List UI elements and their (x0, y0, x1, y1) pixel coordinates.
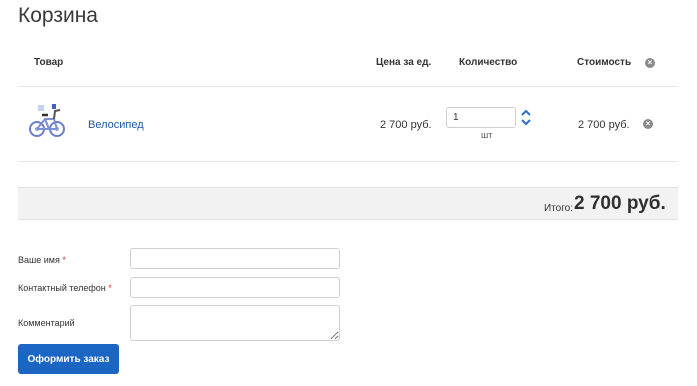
quantity-decrease-icon[interactable] (520, 118, 532, 127)
total-label: Итого: (544, 203, 573, 214)
comment-label: Комментарий (18, 318, 75, 328)
name-field[interactable] (130, 248, 340, 269)
quantity-input[interactable] (446, 107, 516, 128)
required-mark: * (62, 255, 66, 265)
column-header-quantity: Количество (459, 57, 518, 68)
column-header-product: Товар (34, 57, 64, 68)
quantity-increase-icon[interactable] (520, 108, 532, 117)
price-cell: 2 700 руб. (380, 119, 432, 131)
name-label-text: Ваше имя (18, 255, 60, 265)
comment-field[interactable] (130, 305, 340, 341)
cost-cell: 2 700 руб. (578, 119, 630, 131)
quantity-unit: шт (481, 130, 493, 140)
page-title: Корзина (18, 4, 98, 27)
column-header-cost: Стоимость (577, 57, 632, 68)
required-mark: * (108, 283, 112, 293)
name-label: Ваше имя * (18, 255, 66, 265)
total-value: 2 700 руб. (574, 193, 666, 214)
product-link[interactable]: Велосипед (88, 119, 144, 131)
header-divider (18, 86, 678, 87)
bicycle-image[interactable] (28, 101, 66, 141)
remove-item-icon[interactable]: × (643, 119, 653, 129)
comment-label-text: Комментарий (18, 318, 75, 328)
submit-order-button[interactable]: Оформить заказ (18, 344, 119, 374)
phone-field[interactable] (130, 277, 340, 298)
row-divider (18, 161, 678, 162)
column-header-price: Цена за ед. (376, 57, 432, 68)
phone-label-text: Контактный телефон (18, 283, 106, 293)
phone-label: Контактный телефон * (18, 283, 112, 293)
clear-cart-icon[interactable]: × (645, 58, 655, 68)
